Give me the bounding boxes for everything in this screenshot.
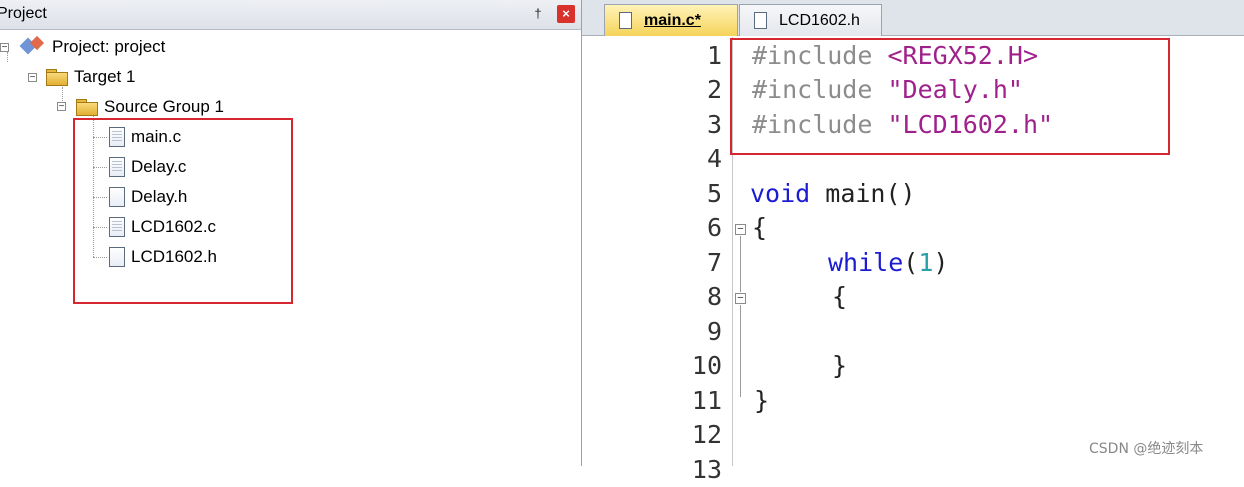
code-line-11: } (754, 384, 769, 418)
close-icon[interactable]: × (557, 5, 575, 23)
code-line-10: } (832, 349, 847, 383)
fold-toggle-while[interactable]: − (735, 293, 746, 304)
fold-line (740, 236, 741, 292)
loop-keyword: while (828, 248, 904, 277)
collapse-toggle-group[interactable]: − (57, 102, 66, 112)
function-signature: main() (810, 179, 916, 208)
code-line-7: while(1) (828, 246, 948, 280)
line-number: 8 (706, 282, 722, 311)
collapse-toggle-target[interactable]: − (28, 73, 37, 83)
paren: ( (903, 248, 919, 277)
tab-lcd1602-h[interactable]: LCD1602.h (739, 4, 882, 36)
collapse-toggle-project[interactable]: − (0, 43, 9, 53)
open-folder-icon (76, 99, 98, 116)
file-icon (754, 12, 767, 29)
line-number: 7 (706, 248, 722, 277)
watermark: CSDN @绝迹刻本 (1089, 441, 1204, 457)
files-highlight-box (73, 118, 293, 304)
pin-icon[interactable]: † (530, 6, 546, 22)
line-number: 13 (691, 455, 722, 484)
fold-toggle-main[interactable]: − (735, 224, 746, 235)
line-number: 3 (706, 110, 722, 139)
tree-item-project[interactable]: Project: project (19, 34, 166, 60)
tree-item-label: Target 1 (74, 67, 136, 86)
editor-area: main.c* LCD1602.h 1 2 3 4 5 6 7 8 9 10 1… (582, 0, 1244, 484)
includes-highlight-box (730, 38, 1170, 155)
line-number: 4 (706, 144, 722, 173)
project-panel-header: Project † × (0, 0, 581, 30)
type-keyword: void (750, 179, 811, 208)
number-literal: 1 (918, 248, 934, 277)
line-number: 2 (706, 75, 722, 104)
fold-line (740, 305, 741, 397)
line-number: 10 (691, 351, 722, 380)
tab-label: main.c* (644, 11, 701, 29)
line-number: 5 (706, 179, 722, 208)
line-number: 9 (706, 317, 722, 346)
tab-main-c[interactable]: main.c* (604, 4, 738, 36)
close-brace: } (832, 351, 848, 380)
open-brace: { (832, 282, 848, 311)
file-icon (619, 12, 632, 29)
line-number: 11 (691, 386, 722, 415)
panel-title: Project (0, 5, 47, 22)
tree-item-target[interactable]: Target 1 (46, 64, 135, 90)
code-line-8: { (832, 280, 847, 314)
tree-line (7, 52, 8, 62)
tree-item-label: Source Group 1 (104, 97, 225, 116)
project-icon (19, 35, 46, 58)
project-panel: Project † × − − − Project: project Targe… (0, 0, 582, 466)
code-line-6: { (752, 211, 767, 245)
tab-strip: main.c* LCD1602.h (582, 0, 1244, 36)
paren: ) (933, 248, 949, 277)
target-folder-icon (46, 69, 68, 86)
close-brace: } (754, 386, 770, 415)
tree-item-source-group[interactable]: Source Group 1 (76, 94, 224, 120)
line-number: 6 (706, 213, 722, 242)
open-brace: { (752, 213, 768, 242)
line-number: 1 (706, 41, 722, 70)
code-line-5: void main() (750, 177, 916, 211)
tree-item-label: Project: project (52, 37, 166, 56)
tab-label: LCD1602.h (779, 11, 860, 29)
line-number: 12 (691, 420, 722, 449)
